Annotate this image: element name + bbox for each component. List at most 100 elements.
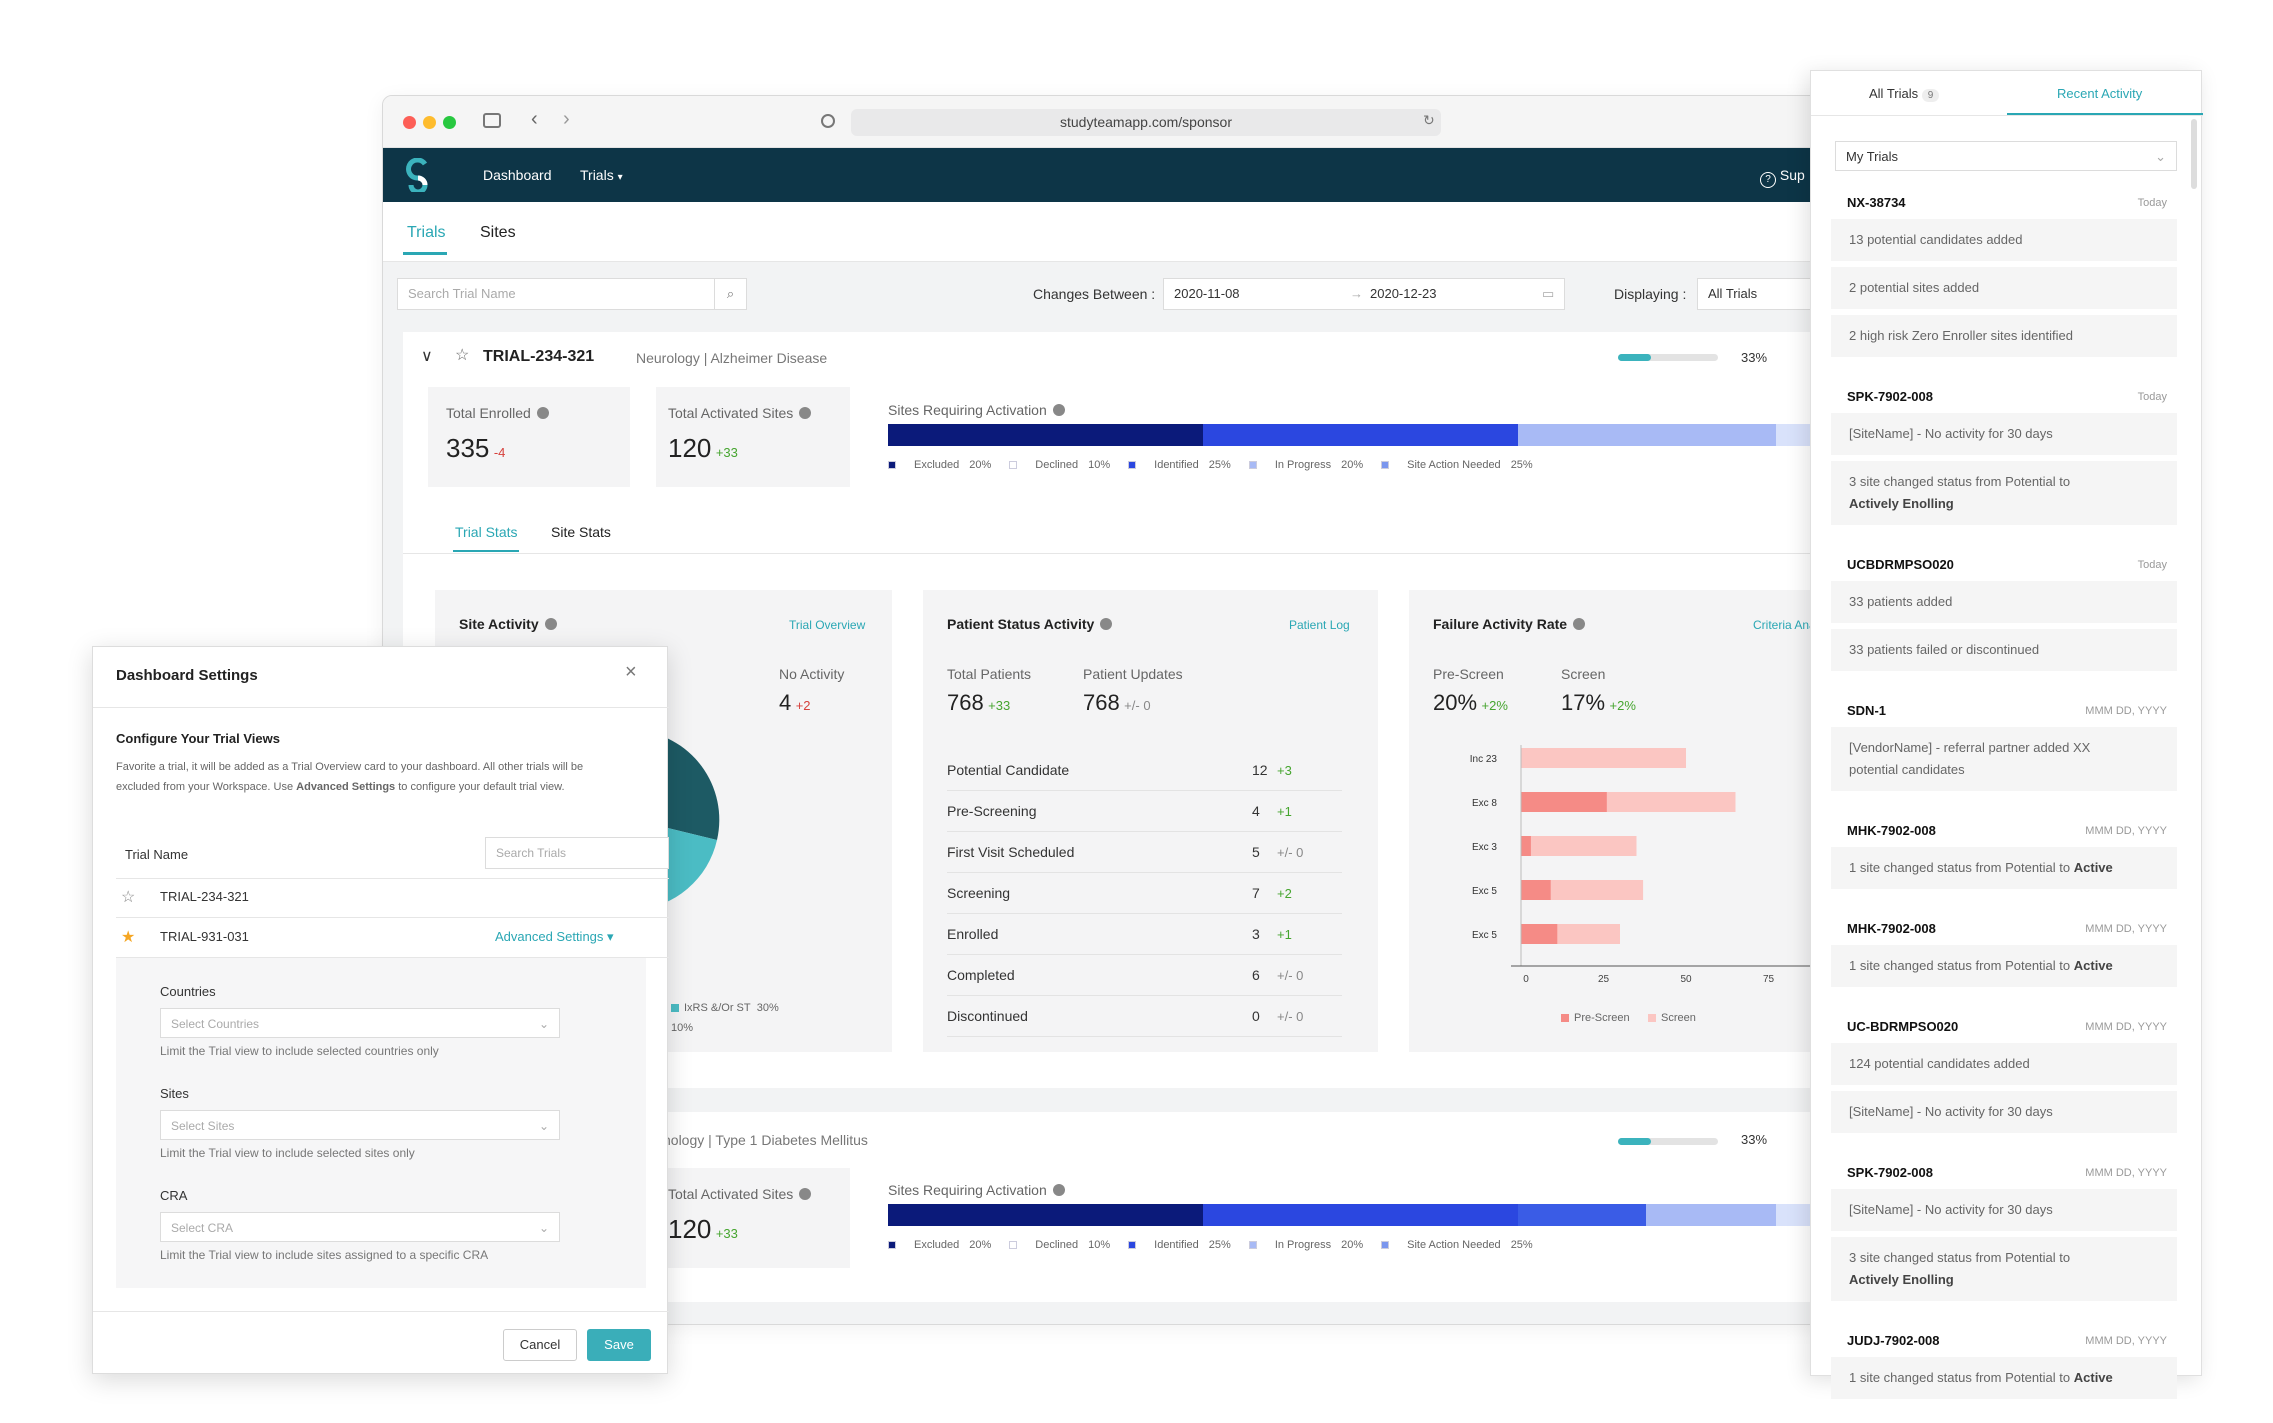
activity-item[interactable]: 33 patients failed or discontinued bbox=[1831, 629, 2177, 671]
activity-item[interactable]: 2 potential sites added bbox=[1831, 267, 2177, 309]
dashboard-settings-modal: Dashboard Settings × Configure Your Tria… bbox=[92, 646, 669, 1374]
patient-log-link[interactable]: Patient Log bbox=[1289, 618, 1350, 632]
trial-id[interactable]: TRIAL-234-321 bbox=[483, 348, 594, 366]
activity-item[interactable]: [SiteName] - No activity for 30 days bbox=[1831, 1091, 2177, 1133]
nav-dashboard[interactable]: Dashboard bbox=[483, 148, 552, 202]
activity-trial-title[interactable]: SDN-1 bbox=[1847, 703, 1886, 718]
countries-label: Countries bbox=[160, 984, 216, 999]
activity-trial-title[interactable]: MHK-7902-008 bbox=[1847, 921, 1936, 936]
activity-item[interactable]: 2 high risk Zero Enroller sites identifi… bbox=[1831, 315, 2177, 357]
bar-pre-screen[interactable] bbox=[1521, 792, 1607, 812]
info-icon[interactable] bbox=[799, 1188, 812, 1200]
bar-segment-identified[interactable] bbox=[1203, 1204, 1518, 1226]
count-badge: 9 bbox=[1921, 89, 1940, 102]
back-icon[interactable]: ‹ bbox=[531, 108, 538, 131]
activity-date: MMM DD, YYYY bbox=[2085, 1021, 2167, 1033]
activity-item[interactable]: 3 site changed status from Potential to A… bbox=[1831, 1237, 2177, 1301]
trial-progress-fill bbox=[1618, 354, 1651, 361]
category-label: Exc 3 bbox=[1472, 842, 1497, 853]
activity-trial-title[interactable]: SPK-7902-008 bbox=[1847, 389, 1933, 404]
bar-screen[interactable] bbox=[1521, 748, 1686, 768]
star-outline-icon[interactable]: ☆ bbox=[121, 887, 135, 907]
sidebar-toggle-icon[interactable] bbox=[483, 113, 501, 128]
bar-segment-excluded[interactable] bbox=[888, 1204, 1203, 1226]
cancel-button[interactable]: Cancel bbox=[503, 1329, 577, 1361]
search-trial-input[interactable]: Search Trial Name bbox=[397, 278, 715, 310]
app-logo[interactable] bbox=[403, 157, 433, 195]
info-icon[interactable] bbox=[536, 407, 549, 419]
activity-trial-title[interactable]: MHK-7902-008 bbox=[1847, 823, 1936, 838]
nav-trials[interactable]: Trials ▾ bbox=[580, 148, 623, 205]
bar-pre-screen[interactable] bbox=[1521, 836, 1531, 856]
search-icon[interactable]: ⌕ bbox=[714, 278, 747, 310]
bar-pre-screen[interactable] bbox=[1521, 880, 1551, 900]
save-button[interactable]: Save bbox=[587, 1329, 651, 1361]
cra-help: Limit the Trial view to include sites as… bbox=[160, 1248, 489, 1262]
modal-trial-2[interactable]: TRIAL-931-031 bbox=[160, 929, 249, 944]
my-trials-select[interactable]: My Trials ⌄ bbox=[1835, 141, 2177, 171]
nav-support-label: Sup bbox=[1779, 167, 1805, 183]
tab-recent-activity[interactable]: Recent Activity bbox=[2057, 86, 2142, 101]
activity-item[interactable]: [SiteName] - No activity for 30 days bbox=[1831, 1189, 2177, 1231]
tab-all-trials[interactable]: All Trials 9 bbox=[1869, 86, 1940, 102]
maximize-window-icon[interactable] bbox=[443, 116, 456, 129]
tab-trial-stats[interactable]: Trial Stats bbox=[455, 524, 518, 540]
close-window-icon[interactable] bbox=[403, 116, 416, 129]
tab-sites[interactable]: Sites bbox=[480, 224, 516, 242]
activity-trial-title[interactable]: JUDJ-7902-008 bbox=[1847, 1333, 1940, 1348]
scrollbar[interactable] bbox=[2191, 119, 2197, 189]
activity-trial-title[interactable]: UCBDRMPSO020 bbox=[1847, 557, 1954, 572]
info-icon[interactable] bbox=[1573, 618, 1586, 630]
activity-trial-title[interactable]: UC-BDRMPSO020 bbox=[1847, 1019, 1958, 1034]
activity-date: Today bbox=[2137, 197, 2167, 209]
advanced-settings-link[interactable]: Advanced Settings ▾ bbox=[495, 929, 614, 945]
activity-item[interactable]: [SiteName] - No activity for 30 days bbox=[1831, 413, 2177, 455]
reload-icon[interactable]: ↻ bbox=[1423, 112, 1435, 129]
activity-item[interactable]: 124 potential candidates added bbox=[1831, 1043, 2177, 1085]
trial-overview-link[interactable]: Trial Overview bbox=[789, 618, 865, 632]
info-icon[interactable] bbox=[544, 618, 557, 630]
my-trials-value: My Trials bbox=[1846, 149, 1898, 164]
bar-pre-screen[interactable] bbox=[1521, 924, 1558, 944]
activity-item[interactable]: 33 patients added bbox=[1831, 581, 2177, 623]
legend-pct: 25% bbox=[1510, 1239, 1533, 1251]
address-bar[interactable]: studyteamapp.com/sponsor bbox=[851, 109, 1441, 136]
row-label: Potential Candidate bbox=[947, 762, 1070, 778]
nav-support[interactable]: ? Sup bbox=[1760, 148, 1805, 202]
forward-icon[interactable]: › bbox=[563, 108, 570, 131]
bar-segment-identified[interactable] bbox=[1203, 424, 1518, 446]
star-filled-icon[interactable]: ★ bbox=[121, 927, 135, 947]
activity-item[interactable]: 1 site changed status from Potential to … bbox=[1831, 847, 2177, 889]
select-cra[interactable]: Select CRA ⌄ bbox=[160, 1212, 560, 1242]
minimize-window-icon[interactable] bbox=[423, 116, 436, 129]
date-range-input[interactable]: 2020-11-08 → 2020-12-23 ▭ bbox=[1163, 278, 1565, 310]
tab-site-stats[interactable]: Site Stats bbox=[551, 524, 611, 540]
bar-segment-in-progress[interactable] bbox=[1518, 1204, 1646, 1226]
activity-item[interactable]: 3 site changed status from Potential to A… bbox=[1831, 461, 2177, 525]
info-icon[interactable] bbox=[799, 407, 812, 419]
activity-trial-title[interactable]: SPK-7902-008 bbox=[1847, 1165, 1933, 1180]
tab-trials[interactable]: Trials bbox=[407, 224, 446, 242]
activity-item[interactable]: 1 site changed status from Potential to … bbox=[1831, 945, 2177, 987]
bar-segment-in-progress-light[interactable] bbox=[1646, 1204, 1776, 1226]
collapse-chevron-icon[interactable]: ∨ bbox=[421, 346, 433, 366]
select-sites[interactable]: Select Sites ⌄ bbox=[160, 1110, 560, 1140]
star-outline-icon[interactable]: ☆ bbox=[455, 345, 469, 365]
activity-item[interactable]: [VendorName] - referral partner added XX… bbox=[1831, 727, 2177, 791]
info-icon[interactable] bbox=[1052, 1184, 1065, 1196]
bar-segment-in-progress[interactable] bbox=[1518, 424, 1776, 446]
legend-swatch bbox=[1381, 461, 1390, 470]
bar-segment-excluded[interactable] bbox=[888, 424, 1203, 446]
info-icon[interactable] bbox=[1100, 618, 1113, 630]
bar-screen[interactable] bbox=[1521, 836, 1637, 856]
activity-item[interactable]: 13 potential candidates added bbox=[1831, 219, 2177, 261]
select-countries[interactable]: Select Countries ⌄ bbox=[160, 1008, 560, 1038]
criteria-link[interactable]: Criteria Ana bbox=[1753, 618, 1816, 632]
activity-text: 33 patients failed or discontinued bbox=[1849, 642, 2040, 657]
activity-trial-title[interactable]: NX-38734 bbox=[1847, 195, 1906, 210]
info-icon[interactable] bbox=[1052, 404, 1065, 416]
close-icon[interactable]: × bbox=[625, 661, 637, 684]
search-trials-input[interactable]: Search Trials bbox=[485, 837, 669, 869]
modal-trial-1[interactable]: TRIAL-234-321 bbox=[160, 889, 249, 904]
activity-item[interactable]: 1 site changed status from Potential to … bbox=[1831, 1357, 2177, 1399]
